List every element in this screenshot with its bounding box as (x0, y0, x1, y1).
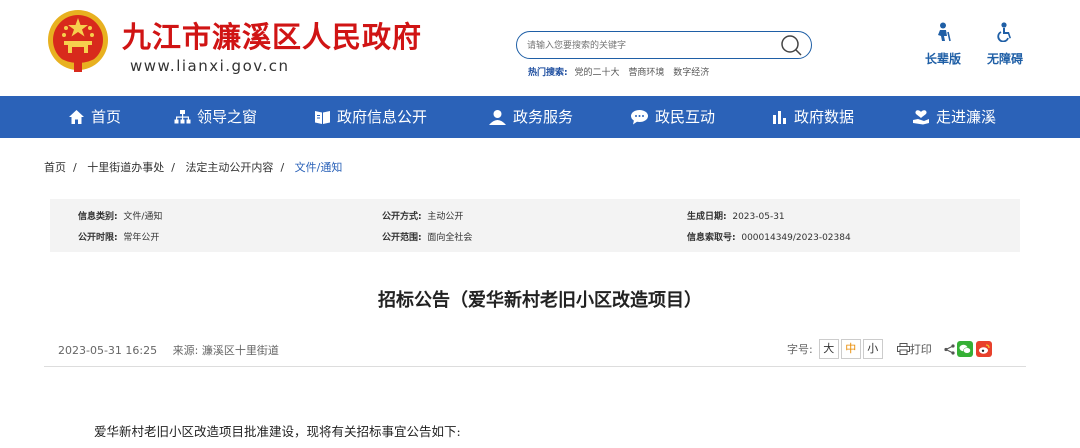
meta-value: 主动公开 (427, 212, 464, 222)
elder-mode-button[interactable]: 长辈版 (918, 22, 968, 67)
breadcrumb-link[interactable]: 首页 (44, 161, 66, 174)
font-size-large-button[interactable]: 大 (818, 339, 839, 359)
hot-search-item[interactable]: 党的二十大 (574, 68, 619, 78)
meta-index: 信息索取号: 000014349/2023-02384 (687, 230, 851, 243)
nav-item-interaction[interactable]: 政民互动 (630, 96, 715, 138)
meta-method: 公开方式: 主动公开 (382, 209, 463, 222)
hot-search-item[interactable]: 数字经济 (673, 68, 709, 78)
nav-item-label: 政民互动 (655, 108, 716, 126)
barrier-free-label: 无障碍 (986, 52, 1023, 66)
meta-label: 生成日期: (687, 212, 727, 222)
divider (44, 366, 1026, 367)
nav-item-home[interactable]: 首页 (68, 96, 121, 138)
site-title: 九江市濂溪区人民政府 (122, 20, 423, 54)
nav-item-label: 首页 (91, 108, 122, 126)
article-tools: 字号: 大 中 小 打印 (787, 338, 992, 360)
search-input[interactable] (527, 37, 777, 55)
meta-label: 公开范围: (382, 233, 422, 243)
nav-item-leaders[interactable]: 领导之窗 (174, 96, 257, 138)
nav-item-label: 领导之窗 (197, 108, 258, 126)
home-icon (69, 110, 84, 124)
org-chart-icon (174, 110, 191, 124)
search-icon[interactable] (779, 34, 803, 56)
meta-label: 公开方式: (382, 212, 422, 222)
national-emblem-icon (48, 10, 108, 72)
nav-item-label: 政务服务 (513, 108, 574, 126)
meta-period: 公开时限: 常年公开 (78, 230, 159, 243)
meta-value: 常年公开 (123, 233, 160, 243)
article-source: 来源: 濂溪区十里街道 (172, 344, 279, 357)
chat-icon (631, 110, 648, 125)
nav-item-label: 走进濂溪 (936, 108, 997, 126)
hot-search: 热门搜索: 党的二十大 营商环境 数字经济 (528, 65, 715, 78)
nav-item-about[interactable]: 走进濂溪 (912, 96, 996, 138)
nav-item-label: 政府数据 (794, 108, 855, 126)
meta-category: 信息类别: 文件/通知 (78, 209, 162, 222)
meta-value: 文件/通知 (123, 212, 163, 222)
hot-search-item[interactable]: 营商环境 (628, 68, 664, 78)
meta-label: 公开时限: (78, 233, 118, 243)
weibo-icon[interactable] (975, 341, 992, 357)
meta-value: 面向全社会 (427, 233, 473, 243)
breadcrumb: 首页 / 十里街道办事处 / 法定主动公开内容 / 文件/通知 (44, 161, 343, 174)
meta-info-box: 信息类别: 文件/通知 公开方式: 主动公开 生成日期: 2023-05-31 … (50, 199, 1020, 252)
font-size-small-button[interactable]: 小 (862, 339, 883, 359)
site-url: www.lianxi.gov.cn (130, 57, 290, 75)
main-nav: 首页 领导之窗 政府信息公开 政务服务 政民互动 政府数据 走进濂溪 (0, 96, 1080, 138)
meta-date: 生成日期: 2023-05-31 (687, 209, 785, 222)
meta-value: 2023-05-31 (732, 212, 785, 222)
heart-hand-icon (913, 110, 929, 125)
font-size-label: 字号: (787, 343, 813, 356)
breadcrumb-current[interactable]: 文件/通知 (295, 161, 343, 174)
publish-datetime: 2023-05-31 16:25 (58, 344, 158, 357)
elder-icon (938, 22, 951, 42)
user-service-icon (489, 110, 506, 125)
print-button[interactable]: 打印 (896, 341, 932, 357)
search-box (516, 31, 812, 59)
nav-item-label: 政府信息公开 (337, 108, 428, 126)
bar-chart-icon (773, 111, 786, 124)
printer-icon (896, 343, 910, 355)
nav-item-gov-info[interactable]: 政府信息公开 (314, 96, 427, 138)
site-header: 九江市濂溪区人民政府 www.lianxi.gov.cn 热门搜索: 党的二十大… (0, 0, 1080, 96)
book-icon (315, 111, 330, 124)
elder-mode-label: 长辈版 (924, 52, 961, 66)
meta-value: 000014349/2023-02384 (741, 233, 851, 243)
hot-search-label: 热门搜索: (528, 68, 568, 78)
nav-item-gov-data[interactable]: 政府数据 (772, 96, 854, 138)
share-group (944, 341, 992, 357)
print-label: 打印 (909, 343, 932, 356)
meta-label: 信息索取号: (687, 233, 736, 243)
font-size-medium-button[interactable]: 中 (840, 339, 861, 359)
breadcrumb-link[interactable]: 十里街道办事处 (87, 161, 164, 174)
nav-item-services[interactable]: 政务服务 (488, 96, 573, 138)
article-title: 招标公告（爱华新村老旧小区改造项目） (378, 290, 702, 311)
breadcrumb-link[interactable]: 法定主动公开内容 (185, 161, 273, 174)
meta-label: 信息类别: (78, 212, 118, 222)
article-body-paragraph: 爱华新村老旧小区改造项目批准建设，现将有关招标事宜公告如下: (94, 424, 461, 439)
wheelchair-icon (997, 22, 1011, 43)
meta-scope: 公开范围: 面向全社会 (382, 230, 472, 243)
share-icon[interactable] (944, 343, 955, 355)
barrier-free-button[interactable]: 无障碍 (980, 22, 1030, 67)
wechat-icon[interactable] (956, 341, 973, 357)
article-info: 2023-05-31 16:25 来源: 濂溪区十里街道 (58, 342, 279, 358)
